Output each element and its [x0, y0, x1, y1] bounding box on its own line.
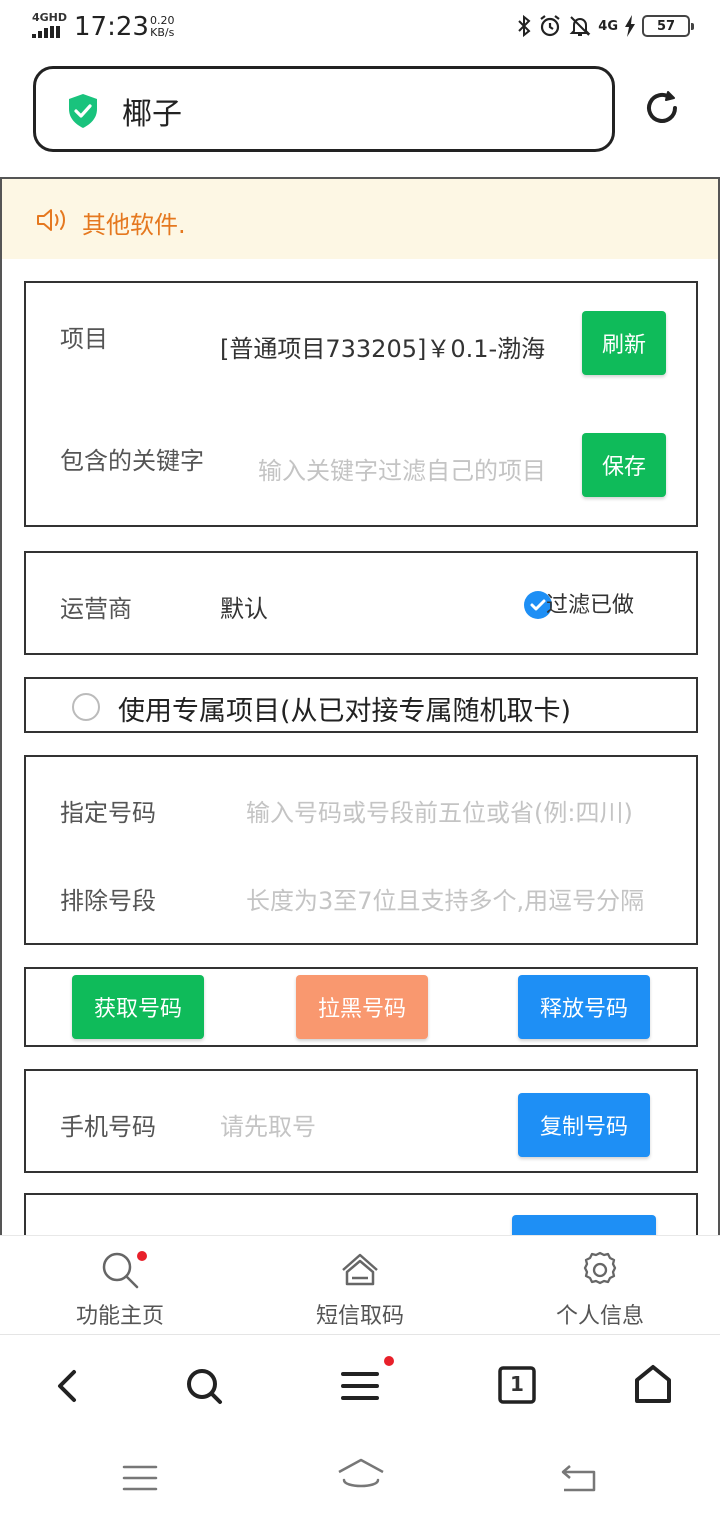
status-icons: 4G 57 — [516, 14, 694, 38]
tab-profile[interactable]: 个人信息 — [480, 1236, 720, 1336]
status-bar: 4GHD 17:23 0.20 KB/s 4G 57 — [0, 0, 720, 56]
refresh-icon[interactable] — [642, 88, 682, 128]
carrier-panel: 运营商 默认 过滤已做 — [24, 551, 698, 655]
phone-label: 手机号码 — [60, 1113, 156, 1141]
system-nav-bar — [0, 1436, 720, 1520]
number-filter-panel: 指定号码 输入号码或号段前五位或省(例:四川) 排除号段 长度为3至7位且支持多… — [24, 755, 698, 945]
network-speed: 0.20 KB/s — [150, 14, 175, 39]
phone-value: 请先取号 — [220, 1113, 316, 1141]
tab-sms[interactable]: 短信取码 — [240, 1236, 480, 1336]
menu-icon[interactable] — [340, 1370, 380, 1402]
get-number-button[interactable]: 获取号码 — [72, 975, 204, 1039]
speaker-icon — [37, 209, 65, 231]
action-panel: 获取号码 拉黑号码 释放号码 — [24, 967, 698, 1047]
exclusive-label[interactable]: 使用专属项目(从已对接专属随机取卡) — [118, 689, 571, 728]
tab-home[interactable]: 功能主页 — [0, 1236, 240, 1336]
tab-profile-label: 个人信息 — [555, 1304, 644, 1329]
network-type-right: 4G — [598, 18, 618, 34]
exclusive-panel[interactable]: 使用专属项目(从已对接专属随机取卡) — [24, 677, 698, 733]
notice-bar: 其他软件. — [2, 179, 718, 259]
menu-notification-dot — [384, 1356, 394, 1366]
project-label: 项目 — [60, 325, 108, 353]
home-icon — [342, 1253, 378, 1286]
network-type: 4GHD — [32, 11, 68, 24]
home-icon[interactable] — [634, 1364, 672, 1404]
search-icon — [102, 1252, 139, 1289]
notification-dot — [137, 1251, 147, 1261]
partial-button[interactable] — [512, 1215, 656, 1235]
keyword-input[interactable]: 输入关键字过滤自己的项目 — [258, 451, 564, 486]
tab-sms-label: 短信取码 — [315, 1304, 404, 1329]
designated-label: 指定号码 — [60, 799, 156, 827]
exclude-label: 排除号段 — [60, 887, 156, 915]
block-number-button[interactable]: 拉黑号码 — [296, 975, 428, 1039]
refresh-button[interactable]: 刷新 — [582, 311, 666, 375]
back-icon[interactable] — [52, 1368, 82, 1404]
mute-bell-icon — [569, 16, 591, 36]
keyword-label: 包含的关键字 — [60, 447, 204, 475]
exclusive-radio[interactable] — [72, 693, 100, 721]
bluetooth-icon — [518, 14, 531, 38]
release-number-button[interactable]: 释放号码 — [518, 975, 650, 1039]
tab-home-label: 功能主页 — [75, 1304, 164, 1329]
battery-indicator: 57 — [642, 15, 694, 37]
save-button[interactable]: 保存 — [582, 433, 666, 497]
phone-panel: 手机号码 请先取号 复制号码 — [24, 1069, 698, 1173]
clock: 17:23 — [74, 12, 149, 42]
browser-toolbar: 1 — [0, 1336, 720, 1436]
alarm-icon — [540, 15, 560, 37]
search-bar[interactable]: 椰子 — [33, 66, 615, 152]
bottom-tab-bar: 功能主页 短信取码 个人信息 — [0, 1235, 720, 1335]
designated-input[interactable]: 输入号码或号段前五位或省(例:四川) — [246, 793, 664, 828]
exclude-input[interactable]: 长度为3至7位且支持多个,用逗号分隔 — [246, 881, 664, 916]
sms-panel — [24, 1193, 698, 1235]
project-panel: 项目 [普通项目733205]￥0.1-渤海 刷新 包含的关键字 输入关键字过滤… — [24, 281, 698, 527]
tab-count: 1 — [510, 1372, 524, 1396]
back-button-icon[interactable] — [560, 1462, 598, 1494]
charging-icon — [625, 15, 635, 37]
search-query[interactable]: 椰子 — [122, 89, 182, 133]
project-value[interactable]: [普通项目733205]￥0.1-渤海 — [220, 329, 566, 364]
carrier-label: 运营商 — [60, 595, 132, 623]
recent-apps-icon[interactable] — [122, 1464, 158, 1492]
filter-label[interactable]: 过滤已做 — [546, 587, 634, 619]
copy-number-button[interactable]: 复制号码 — [518, 1093, 650, 1157]
shield-check-icon — [69, 94, 97, 128]
search-icon[interactable] — [184, 1366, 224, 1406]
home-button-icon[interactable] — [336, 1458, 386, 1494]
notice-text: 其他软件. — [82, 211, 186, 239]
gear-icon — [583, 1251, 617, 1285]
web-content: 其他软件. 项目 [普通项目733205]￥0.1-渤海 刷新 包含的关键字 输… — [0, 177, 720, 1235]
carrier-select[interactable]: 默认 — [220, 589, 268, 624]
